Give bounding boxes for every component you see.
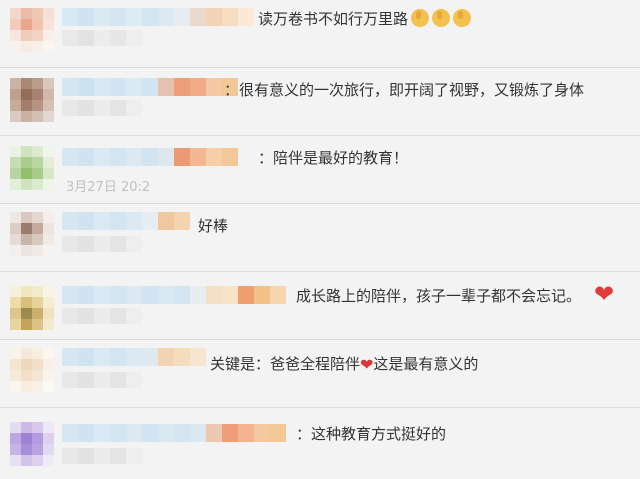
comment-row-3[interactable]: ：陪伴是最好的教育！ 3月27日 20:2 xyxy=(0,136,640,204)
red-heart-icon: ❤ xyxy=(360,355,374,374)
comment-text: 成长路上的陪伴，孩子一辈子都不会忘记。 xyxy=(296,287,582,305)
username-blurred[interactable] xyxy=(62,424,286,442)
user-avatar[interactable] xyxy=(10,78,54,122)
timestamp-blurred xyxy=(62,30,142,46)
thumbs-up-icon xyxy=(411,9,430,27)
thumbs-up-icon xyxy=(432,9,451,27)
user-avatar[interactable] xyxy=(10,8,54,52)
comment-row-4[interactable]: 好棒 xyxy=(0,204,640,272)
username-blurred[interactable] xyxy=(62,148,238,166)
partial-timestamp: 3月27日 20:2 xyxy=(66,180,151,195)
user-avatar[interactable] xyxy=(10,146,54,190)
comment-row-5[interactable]: 成长路上的陪伴，孩子一辈子都不会忘记。 ❤ xyxy=(0,272,640,340)
timestamp-blurred xyxy=(62,372,142,388)
comment-text: ：陪伴是最好的教育！ xyxy=(258,149,409,167)
comment-row-2[interactable]: ：很有意义的一次旅行，即开阔了视野，又锻炼了身体 xyxy=(0,68,640,136)
comment-row-7[interactable]: ：这种教育方式挺好的 xyxy=(0,408,640,479)
timestamp-blurred xyxy=(62,236,142,252)
timestamp-blurred xyxy=(62,308,142,324)
red-heart-icon: ❤ xyxy=(594,280,615,308)
user-avatar[interactable] xyxy=(10,212,54,256)
comment-row-1[interactable]: 读万卷书不如行万里路 xyxy=(0,0,640,68)
user-avatar[interactable] xyxy=(10,422,54,466)
username-blurred[interactable] xyxy=(62,212,190,230)
user-avatar[interactable] xyxy=(10,286,54,330)
timestamp-blurred xyxy=(62,448,142,464)
thumbs-up-icon xyxy=(453,9,472,27)
comment-row-6[interactable]: 关键是：爸爸全程陪伴❤这是最有意义的 xyxy=(0,340,640,408)
comment-text: ：很有意义的一次旅行，即开阔了视野，又锻炼了身体 xyxy=(224,81,585,99)
username-blurred[interactable] xyxy=(62,286,286,304)
comment-text: 好棒 xyxy=(198,217,229,235)
comment-text: 关键是：爸爸全程陪伴❤这是最有意义的 xyxy=(210,355,479,374)
user-avatar[interactable] xyxy=(10,348,54,392)
username-blurred[interactable] xyxy=(62,348,206,366)
timestamp-blurred xyxy=(62,100,142,116)
username-blurred[interactable] xyxy=(62,78,238,96)
username-blurred[interactable] xyxy=(62,8,254,26)
comment-text: 读万卷书不如行万里路 xyxy=(258,9,472,29)
comment-text: ：这种教育方式挺好的 xyxy=(296,425,447,443)
